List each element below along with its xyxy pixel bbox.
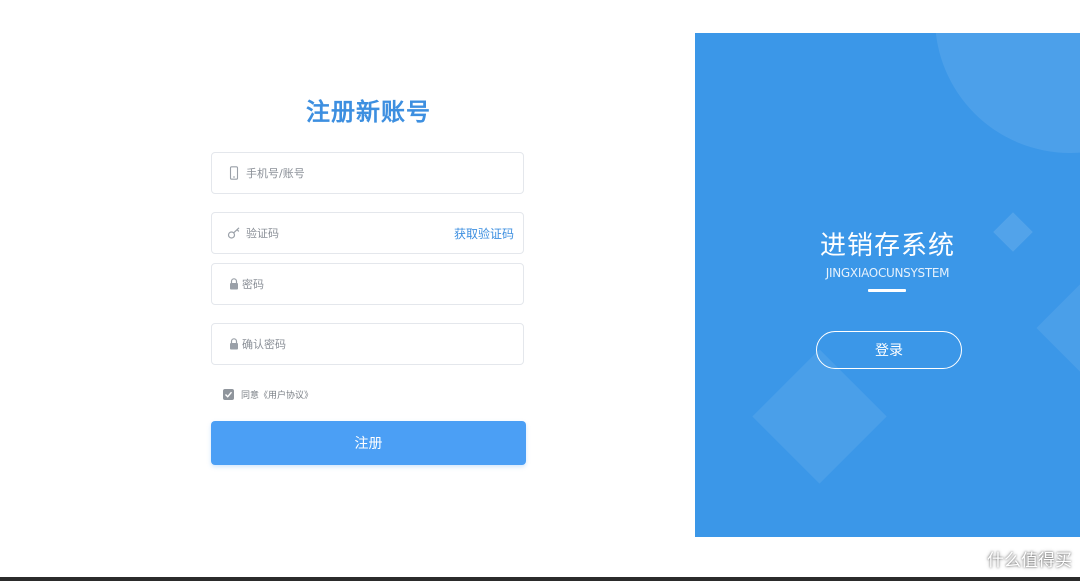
decorative-circle	[935, 33, 1080, 153]
phone-field[interactable]	[211, 152, 524, 194]
password-input[interactable]	[242, 264, 462, 304]
key-icon	[227, 227, 240, 239]
decorative-diamond	[1036, 271, 1080, 385]
welcome-panel: 进销存系统 JINGXIAOCUNSYSTEM 登录	[695, 33, 1080, 537]
get-code-link[interactable]: 获取验证码	[454, 225, 514, 242]
register-page: 注册新账号 获取验证码	[0, 0, 1080, 581]
confirm-password-input[interactable]	[242, 324, 462, 364]
agreement-row: 同意《用户协议》	[223, 387, 313, 401]
system-subtitle: JINGXIAOCUNSYSTEM	[825, 266, 950, 280]
checkmark-icon	[225, 391, 233, 398]
lock-icon	[230, 278, 238, 290]
phone-icon	[229, 166, 239, 180]
title-underline	[868, 289, 906, 292]
register-button[interactable]: 注册	[211, 421, 526, 465]
watermark-text: 什么值得买	[987, 551, 1072, 571]
bottom-border	[0, 577, 1080, 581]
phone-input[interactable]	[246, 153, 466, 193]
password-field[interactable]	[211, 263, 524, 305]
lock-icon	[230, 338, 238, 350]
system-title: 进销存系统	[819, 231, 955, 261]
page-title: 注册新账号	[306, 98, 431, 126]
login-button[interactable]: 登录	[816, 331, 962, 369]
agree-checkbox[interactable]	[223, 388, 234, 400]
decorative-diamond	[752, 349, 887, 484]
code-field[interactable]: 获取验证码	[211, 212, 524, 254]
confirm-password-field[interactable]	[211, 323, 524, 365]
agree-label[interactable]: 同意《用户协议》	[241, 388, 313, 401]
watermark: 什么值得买	[958, 546, 1072, 571]
smzdm-logo-icon	[958, 547, 982, 570]
code-input[interactable]	[246, 213, 466, 253]
